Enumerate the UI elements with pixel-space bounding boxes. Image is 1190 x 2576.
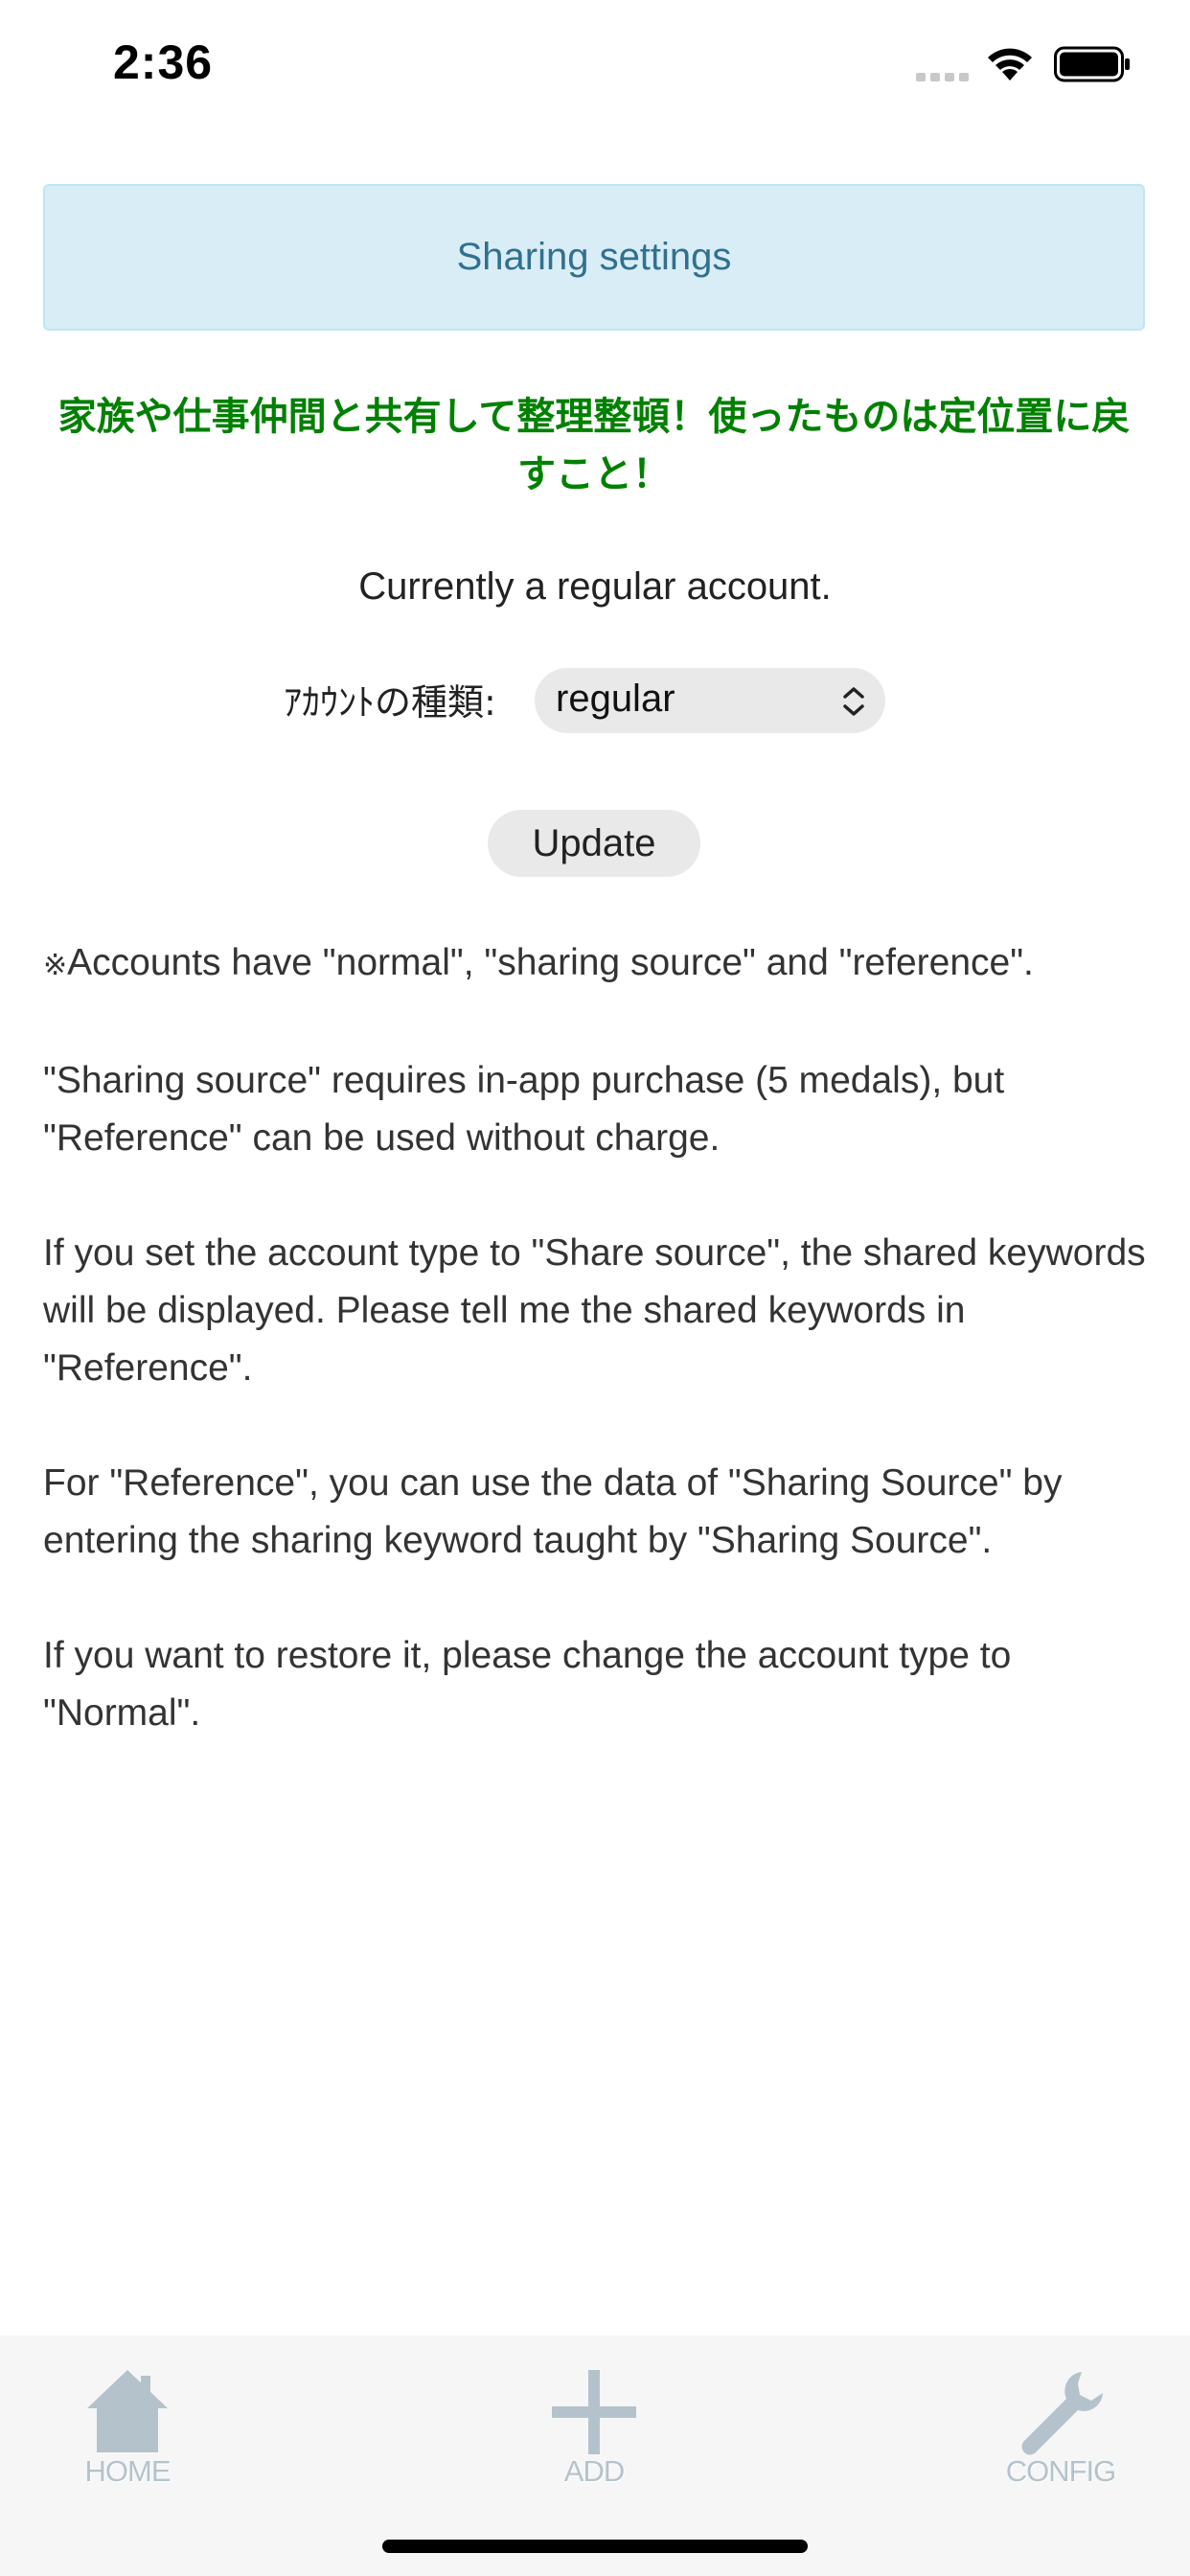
update-button[interactable]: Update [488,810,700,877]
page-title: Sharing settings [456,236,732,278]
tab-add-label: ADD [563,2454,625,2488]
wifi-icon [988,48,1032,80]
plus-icon [552,2370,636,2454]
status-time: 2:36 [113,35,214,89]
account-status-text: Currently a regular account. [358,565,832,608]
note-mark: ※ [43,950,68,981]
tab-home-label: HOME [84,2454,172,2488]
tab-home[interactable]: HOME [46,2355,209,2518]
header-banner: Sharing settings [43,184,1145,331]
account-type-value: regular [556,678,675,720]
chevron-up-down-icon [843,687,864,716]
wrench-icon [1021,2372,1103,2455]
battery-icon [1054,46,1130,82]
tab-config-label: CONFIG [1005,2454,1117,2488]
description: ※Accounts have "normal", "sharing source… [43,934,1155,1800]
account-type-label: ｱｶｳﾝﾄの種類: [284,681,496,724]
account-type-select[interactable]: regular [535,668,885,733]
tab-config[interactable]: CONFIG [979,2355,1142,2518]
home-icon [87,2370,168,2452]
promo-text: 家族や仕事仲間と共有して整理整頓！使ったものは定位置に戻すこと！ [57,395,1131,496]
description-paragraph: For "Reference", you can use the data of… [43,1462,1063,1561]
description-paragraph: If you want to restore it, please change… [43,1635,1012,1734]
description-text: Accounts have "normal", "sharing source"… [67,942,1034,983]
description-paragraph: If you set the account type to "Share so… [43,1232,1146,1389]
home-indicator[interactable] [382,2540,808,2553]
tab-add[interactable]: ADD [513,2355,675,2518]
description-paragraph: "Sharing source" requires in-app purchas… [43,1060,1005,1159]
description-paragraph: ※Accounts have "normal", "sharing source… [43,934,1155,995]
cellular-signal-icon [916,73,969,81]
status-bar: 2:36 [0,0,1190,134]
